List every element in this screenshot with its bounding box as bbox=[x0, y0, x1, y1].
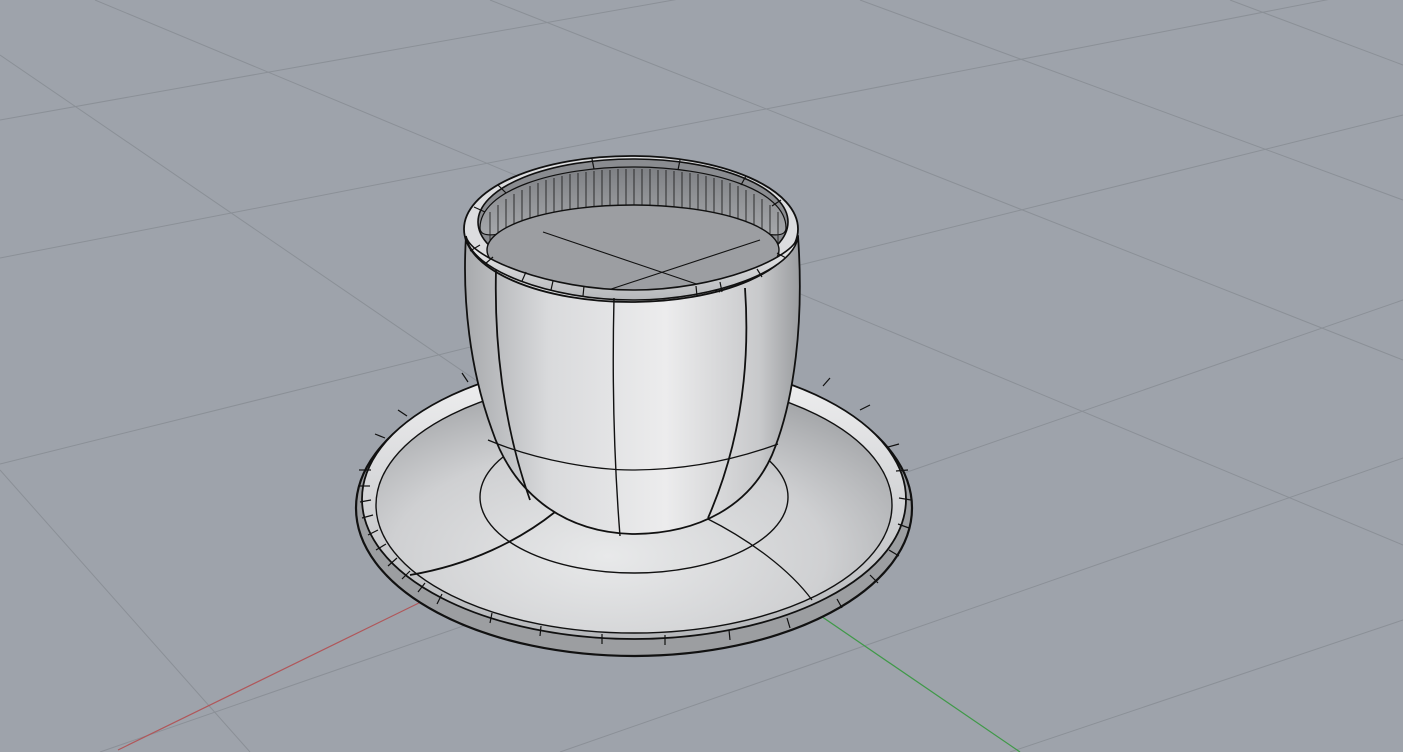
perspective-viewport[interactable] bbox=[0, 0, 1403, 752]
viewport-canvas[interactable] bbox=[0, 0, 1403, 752]
y-axis-line bbox=[814, 611, 1021, 752]
x-axis-line bbox=[117, 599, 426, 751]
